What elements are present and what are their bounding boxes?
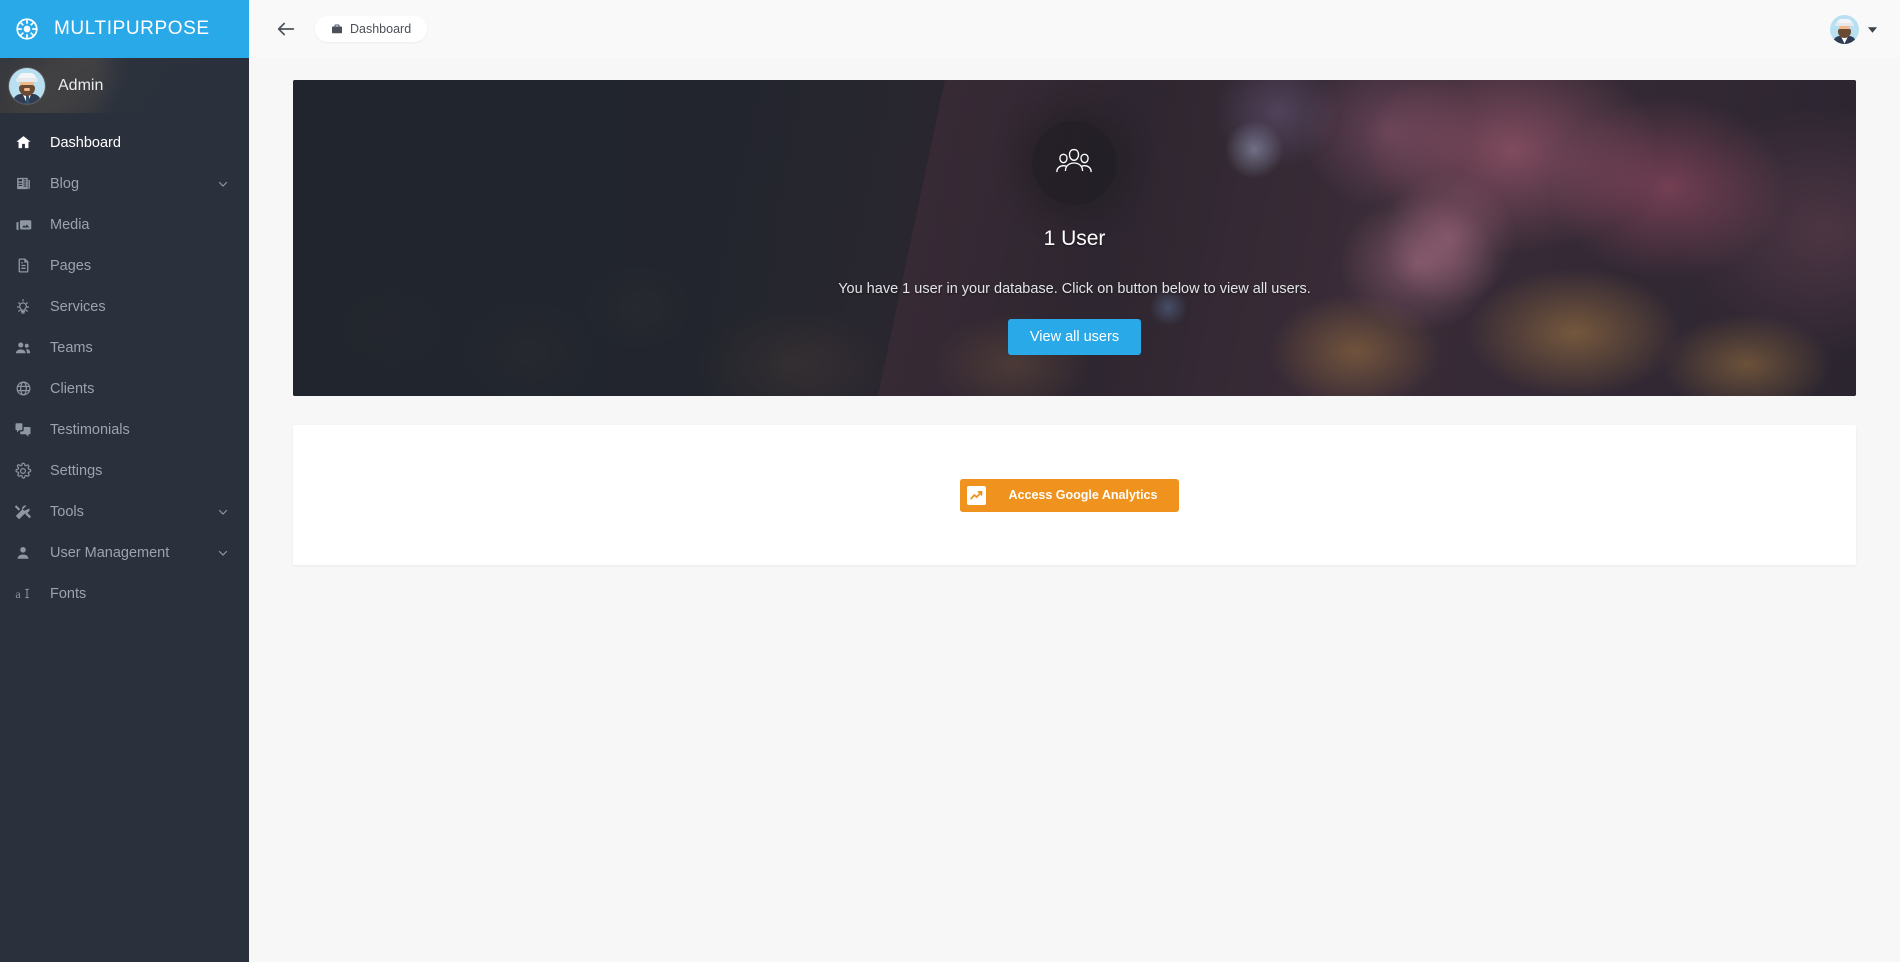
sidebar-item-label: Blog xyxy=(50,175,80,192)
access-google-analytics-button[interactable]: Access Google Analytics xyxy=(959,478,1180,512)
page-title: 1 User xyxy=(1043,227,1106,250)
home-icon xyxy=(13,134,33,151)
sidebar-item-label: Dashboard xyxy=(50,134,121,151)
sidebar-item-dashboard[interactable]: Dashboard xyxy=(0,122,249,163)
brand-title: MULTIPURPOSE xyxy=(54,18,210,39)
sidebar-item-label: Teams xyxy=(50,339,93,356)
breadcrumb-label: Dashboard xyxy=(350,22,412,36)
comments-icon xyxy=(13,421,33,439)
chevron-down-icon xyxy=(217,178,229,190)
topbar-user-menu[interactable] xyxy=(1830,14,1900,44)
briefcase-icon xyxy=(331,23,343,35)
file-icon xyxy=(13,257,33,274)
chevron-down-icon xyxy=(217,506,229,518)
sidebar-item-label: Tools xyxy=(50,503,84,520)
group-users-icon xyxy=(1032,121,1117,205)
sidebar-profile[interactable]: Admin xyxy=(0,58,249,113)
tools-icon xyxy=(13,503,33,521)
sidebar-item-clients[interactable]: Clients xyxy=(0,368,249,409)
lightbulb-icon xyxy=(13,298,33,316)
sidebar-item-label: Settings xyxy=(50,462,103,479)
chevron-down-icon xyxy=(217,547,229,559)
google-analytics-icon xyxy=(959,478,993,512)
sidebar-item-label: Fonts xyxy=(50,585,87,602)
image-icon xyxy=(13,216,33,233)
brand-header[interactable]: MULTIPURPOSE xyxy=(0,0,249,58)
sidebar-item-fonts[interactable]: a Fonts xyxy=(0,573,249,614)
sidebar-item-blog[interactable]: Blog xyxy=(0,163,249,204)
font-icon: a xyxy=(13,585,33,602)
sidebar-item-tools[interactable]: Tools xyxy=(0,491,249,532)
caret-down-icon[interactable] xyxy=(1867,24,1878,35)
sidebar-item-pages[interactable]: Pages xyxy=(0,245,249,286)
sidebar: MULTIPURPOSE Admin Dashboard Blog Media … xyxy=(0,0,249,962)
access-google-analytics-label: Access Google Analytics xyxy=(1008,488,1158,502)
ship-wheel-icon xyxy=(14,16,40,42)
hero-subtitle: You have 1 user in your database. Click … xyxy=(838,281,1311,297)
breadcrumb[interactable]: Dashboard xyxy=(315,16,428,42)
analytics-card: Access Google Analytics xyxy=(293,425,1856,565)
sidebar-item-services[interactable]: Services xyxy=(0,286,249,327)
newspaper-icon xyxy=(13,175,33,192)
sidebar-item-settings[interactable]: Settings xyxy=(0,450,249,491)
topbar: Dashboard xyxy=(249,0,1900,58)
sidebar-item-user-management[interactable]: User Management xyxy=(0,532,249,573)
content-area: 1 User You have 1 user in your database.… xyxy=(249,58,1900,565)
sidebar-item-label: Clients xyxy=(50,380,95,397)
sidebar-item-label: Testimonials xyxy=(50,421,130,438)
globe-icon xyxy=(13,380,33,397)
user-icon xyxy=(13,545,33,561)
app-root: MULTIPURPOSE Admin Dashboard Blog Media … xyxy=(0,0,1900,962)
sidebar-item-media[interactable]: Media xyxy=(0,204,249,245)
view-all-users-button[interactable]: View all users xyxy=(1007,319,1142,355)
sidebar-item-testimonials[interactable]: Testimonials xyxy=(0,409,249,450)
arrow-left-icon[interactable] xyxy=(271,14,301,44)
sidebar-item-label: User Management xyxy=(50,544,170,561)
user-stats-hero: 1 User You have 1 user in your database.… xyxy=(293,80,1856,396)
avatar xyxy=(9,67,45,104)
svg-text:a: a xyxy=(15,587,21,601)
sidebar-item-teams[interactable]: Teams xyxy=(0,327,249,368)
profile-name: Admin xyxy=(58,76,104,94)
gear-icon xyxy=(13,462,33,480)
avatar[interactable] xyxy=(1830,14,1859,44)
sidebar-item-label: Pages xyxy=(50,257,92,274)
sidebar-nav: Dashboard Blog Media Pages Services Team… xyxy=(0,113,249,614)
users-icon xyxy=(13,339,33,357)
main-area: Dashboard 1 User You have 1 user in your… xyxy=(249,0,1900,962)
sidebar-item-label: Services xyxy=(50,298,106,315)
sidebar-item-label: Media xyxy=(50,216,90,233)
